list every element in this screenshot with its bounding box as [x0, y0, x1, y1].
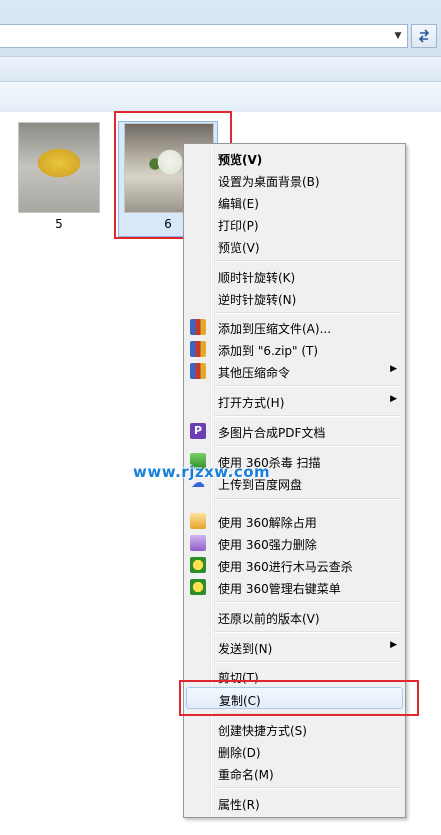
menu-separator: [214, 415, 400, 417]
menu-item-create-shortcut[interactable]: 创建快捷方式(S): [186, 718, 403, 740]
command-bar: [0, 56, 441, 82]
menu-item-edit[interactable]: 编辑(E): [186, 191, 403, 213]
menu-item-label: 使用 360进行木马云查杀: [218, 560, 353, 574]
menu-item-label: 使用 360管理右键菜单: [218, 582, 341, 596]
menu-item-delete[interactable]: 删除(D): [186, 740, 403, 762]
menu-item-other-compression[interactable]: 其他压缩命令 ▶: [186, 360, 403, 382]
menu-item-label: 发送到(N): [218, 642, 273, 656]
menu-item-label: 多图片合成PDF文档: [218, 426, 326, 440]
file-name: 5: [55, 217, 63, 231]
menu-item-label: 使用 360解除占用: [218, 516, 317, 530]
menu-item-add-to-archive[interactable]: 添加到压缩文件(A)...: [186, 316, 403, 338]
menu-item-label: 编辑(E): [218, 197, 259, 211]
menu-separator: [214, 787, 400, 789]
menu-item-set-wallpaper[interactable]: 设置为桌面背景(B): [186, 169, 403, 191]
menu-item-label: 打开方式(H): [218, 396, 285, 410]
menu-item-preview[interactable]: 预览(V): [186, 235, 403, 257]
menu-separator: [214, 260, 400, 262]
address-bar[interactable]: ▼: [0, 24, 408, 48]
menu-item-label: 删除(D): [218, 746, 261, 760]
watermark: www.rjzxw.com: [133, 463, 271, 481]
menu-item-label: 预览(V): [218, 241, 260, 255]
menu-item-rename[interactable]: 重命名(M): [186, 762, 403, 784]
column-header-bar: [0, 82, 441, 113]
submenu-arrow-icon: ▶: [390, 364, 397, 374]
menu-item-open-with[interactable]: 打开方式(H) ▶: [186, 390, 403, 412]
winrar-icon: [190, 363, 206, 379]
menu-item-rotate-counterclockwise[interactable]: 逆时针旋转(N): [186, 287, 403, 309]
menu-separator: [214, 445, 400, 447]
menu-separator: [214, 661, 400, 663]
menu-item-properties[interactable]: 属性(R): [186, 792, 403, 814]
menu-separator: [214, 498, 400, 500]
menu-separator: [214, 312, 400, 314]
erase-icon: [190, 535, 206, 551]
winrar-icon: [190, 341, 206, 357]
menu-separator: [214, 601, 400, 603]
menu-item-360-manage-menu[interactable]: 使用 360管理右键菜单: [186, 576, 403, 598]
menu-item-label: 使用 360强力删除: [218, 538, 317, 552]
pdf-icon: P: [190, 423, 206, 439]
menu-item-label: 创建快捷方式(S): [218, 724, 307, 738]
image-preview: [18, 122, 100, 213]
menu-item-label: 顺时针旋转(K): [218, 271, 296, 285]
annotation-box-copy: [179, 680, 419, 716]
address-dropdown-icon[interactable]: ▼: [391, 28, 405, 44]
360-icon: [190, 557, 206, 573]
menu-separator: [214, 385, 400, 387]
menu-item-label: 添加到 "6.zip" (T): [218, 344, 319, 358]
menu-item-rotate-clockwise[interactable]: 顺时针旋转(K): [186, 265, 403, 287]
menu-item-preview-default[interactable]: 预览(V): [186, 147, 403, 169]
submenu-arrow-icon: ▶: [390, 640, 397, 650]
menu-item-label: 添加到压缩文件(A)...: [218, 322, 332, 336]
menu-separator: [214, 631, 400, 633]
file-thumbnail-5[interactable]: 5: [14, 120, 104, 235]
menu-item-label: 还原以前的版本(V): [218, 612, 320, 626]
menu-item-restore-versions[interactable]: 还原以前的版本(V): [186, 606, 403, 628]
menu-item-print[interactable]: 打印(P): [186, 213, 403, 235]
menu-item-label: 逆时针旋转(N): [218, 293, 297, 307]
refresh-icon: [418, 29, 430, 43]
menu-item-label: 其他压缩命令: [218, 366, 291, 380]
winrar-icon: [190, 319, 206, 335]
menu-item-360-force-delete[interactable]: 使用 360强力删除: [186, 532, 403, 554]
menu-item-360-trojan-scan[interactable]: 使用 360进行木马云查杀: [186, 554, 403, 576]
menu-item-label: 预览(V): [218, 153, 263, 167]
menu-item-send-to[interactable]: 发送到(N) ▶: [186, 636, 403, 658]
menu-item-360-unlock[interactable]: 使用 360解除占用: [186, 510, 403, 532]
refresh-button[interactable]: [411, 24, 437, 48]
unlock-icon: [190, 513, 206, 529]
menu-item-merge-pdf[interactable]: P 多图片合成PDF文档: [186, 420, 403, 442]
submenu-arrow-icon: ▶: [390, 394, 397, 404]
360-icon: [190, 579, 206, 595]
menu-item-label: 打印(P): [218, 219, 259, 233]
menu-item-label: 属性(R): [218, 798, 260, 812]
menu-item-add-to-zip[interactable]: 添加到 "6.zip" (T): [186, 338, 403, 360]
menu-item-label: 设置为桌面背景(B): [218, 175, 320, 189]
menu-item-label: 重命名(M): [218, 768, 274, 782]
